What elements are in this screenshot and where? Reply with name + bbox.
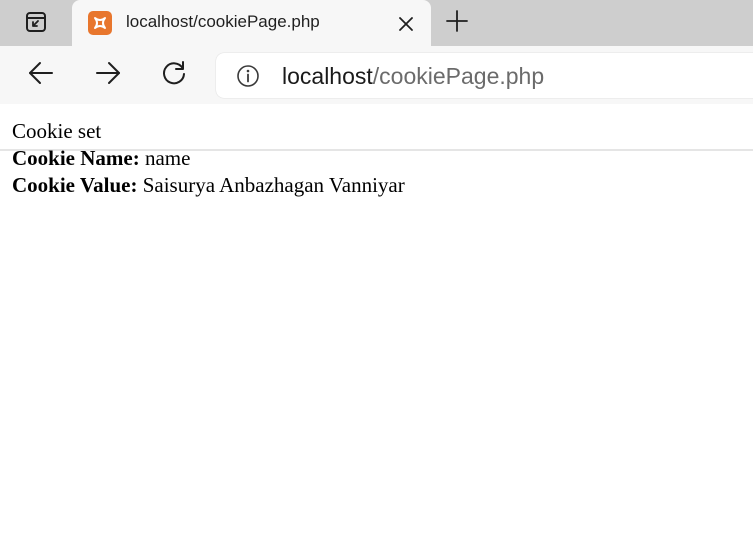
url-path: /cookiePage.php: [372, 63, 545, 89]
plus-icon: [445, 9, 469, 38]
page-content: Cookie set Cookie Name: name Cookie Valu…: [12, 118, 405, 199]
forward-button[interactable]: [91, 58, 125, 92]
status-text: Cookie set: [12, 119, 102, 143]
arrow-left-icon: [27, 59, 55, 92]
back-button[interactable]: [24, 58, 58, 92]
refresh-icon: [160, 59, 188, 92]
cookie-name-line: Cookie Name: name: [12, 145, 405, 172]
cookie-value-value: Saisurya Anbazhagan Vanniyar: [142, 173, 405, 197]
arrow-right-icon: [94, 59, 122, 92]
xampp-favicon-icon: [88, 11, 112, 35]
cookie-value-label: Cookie Value:: [12, 173, 138, 197]
new-tab-button[interactable]: [441, 8, 473, 38]
tab-cookie-page[interactable]: localhost/cookiePage.php: [72, 0, 431, 47]
info-icon[interactable]: [236, 64, 260, 88]
tab-strip: localhost/cookiePage.php: [0, 0, 753, 47]
url-host: localhost: [282, 63, 373, 89]
cookie-name-value: name: [144, 146, 191, 170]
browser-toolbar: localhost/cookiePage.php: [0, 46, 753, 151]
url-text[interactable]: localhost/cookiePage.php: [282, 63, 544, 90]
cookie-name-label: Cookie Name:: [12, 146, 140, 170]
address-bar[interactable]: localhost/cookiePage.php: [216, 53, 753, 98]
tab-actions-button[interactable]: [14, 9, 58, 39]
tab-title: localhost/cookiePage.php: [126, 12, 320, 31]
cookie-value-line: Cookie Value: Saisurya Anbazhagan Vanniy…: [12, 172, 405, 199]
tab-actions-icon: [25, 11, 47, 38]
close-icon[interactable]: [394, 12, 418, 36]
refresh-button[interactable]: [157, 58, 191, 92]
